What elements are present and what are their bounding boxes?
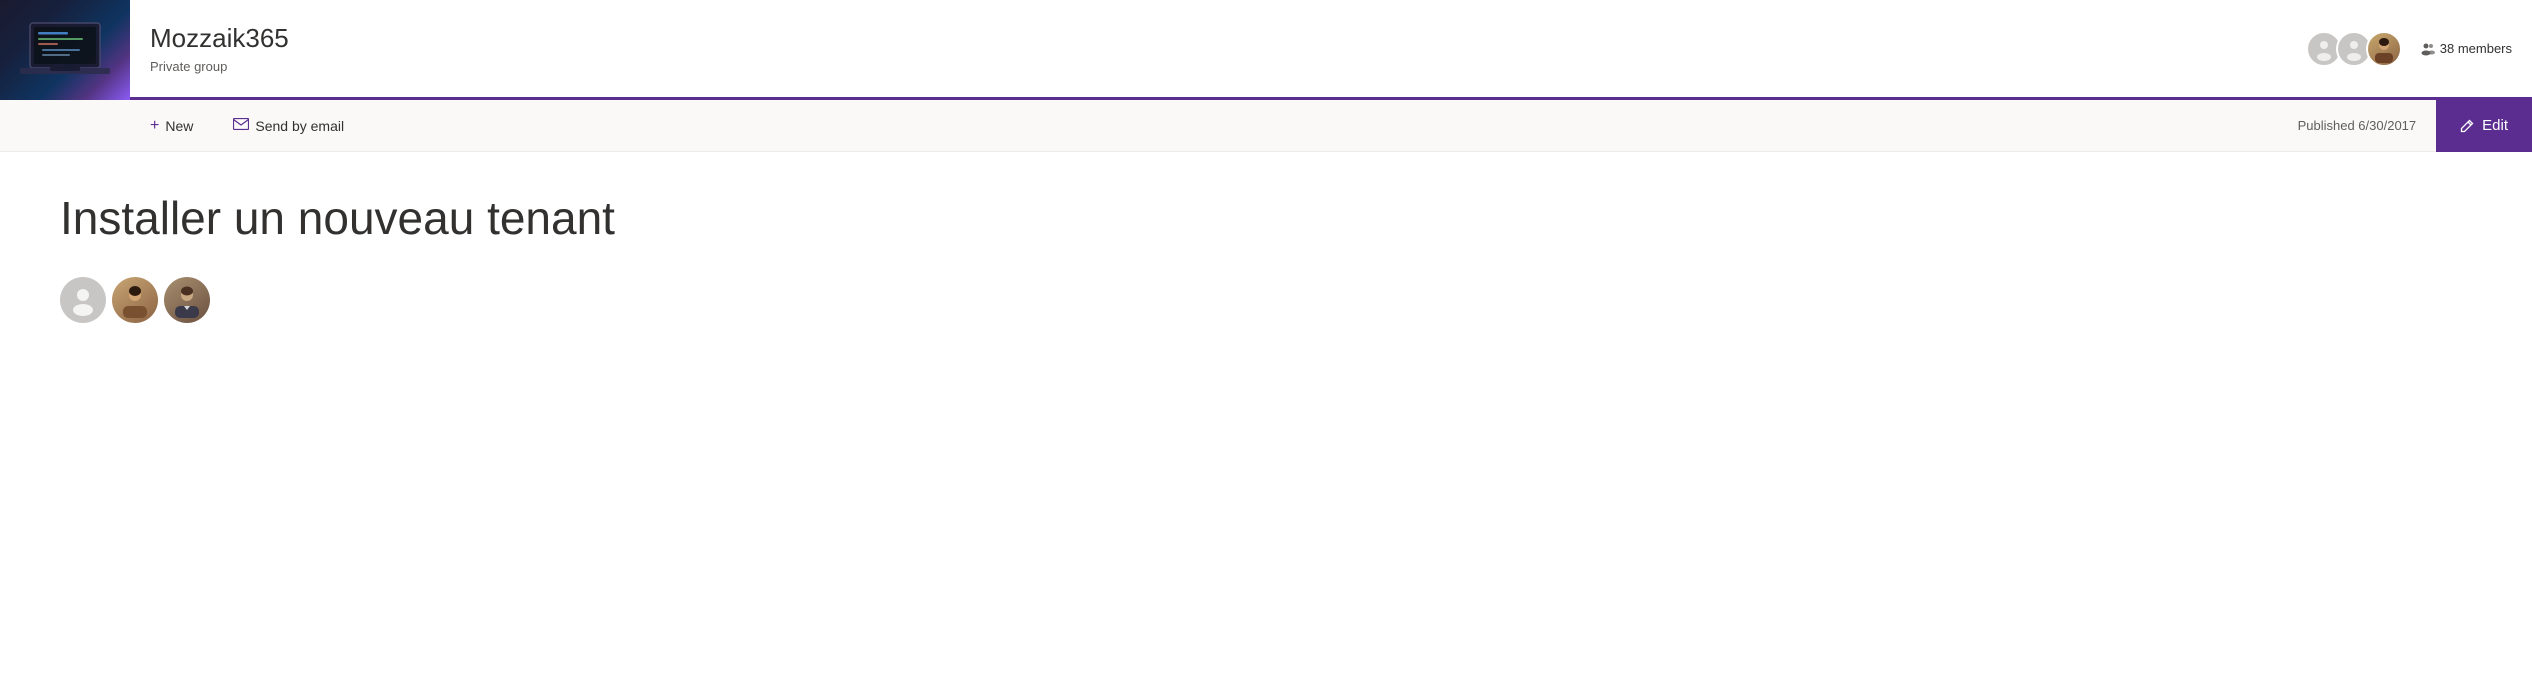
author-person-icon-2 [117,282,153,318]
group-type: Private group [150,59,2286,74]
author-avatar-1 [60,277,106,323]
group-image-placeholder [0,0,130,100]
send-email-button[interactable]: Send by email [213,100,364,152]
new-button[interactable]: + New [130,100,213,152]
person-photo-3 [2370,35,2398,63]
author-person-icon-1 [67,284,99,316]
avatar-3 [2366,31,2402,67]
edit-button-label: Edit [2482,117,2508,134]
members-count: 38 members [2420,41,2512,57]
header-right: 38 members [2306,0,2532,97]
envelope-icon [233,117,249,135]
person-icon-2 [2342,37,2366,61]
plus-icon: + [150,117,159,135]
toolbar-left: + New Send by email [130,100,2278,152]
author-avatar-3 [164,277,210,323]
people-icon [2420,41,2436,57]
group-info: Mozzaik365 Private group [130,0,2306,97]
toolbar-right: Published 6/30/2017 Edit [2278,100,2532,152]
pencil-icon [2460,119,2474,133]
edit-button[interactable]: Edit [2436,100,2532,152]
author-person-icon-3 [169,282,205,318]
group-image [0,0,130,100]
member-avatars [2306,31,2402,67]
main-content: Installer un nouveau tenant [0,152,2532,692]
header-bar: Mozzaik365 Private group [0,0,2532,100]
group-name: Mozzaik365 [150,23,2286,54]
new-button-label: New [165,118,193,134]
send-email-button-label: Send by email [255,118,344,134]
published-text: Published 6/30/2017 [2278,118,2437,133]
author-avatar-2 [112,277,158,323]
toolbar-bar: + New Send by email Published 6/30/2017 … [0,100,2532,152]
laptop-svg [20,18,110,82]
person-icon-1 [2312,37,2336,61]
author-avatars [60,277,2472,323]
members-count-label: 38 members [2440,41,2512,56]
page-title: Installer un nouveau tenant [60,192,2472,245]
